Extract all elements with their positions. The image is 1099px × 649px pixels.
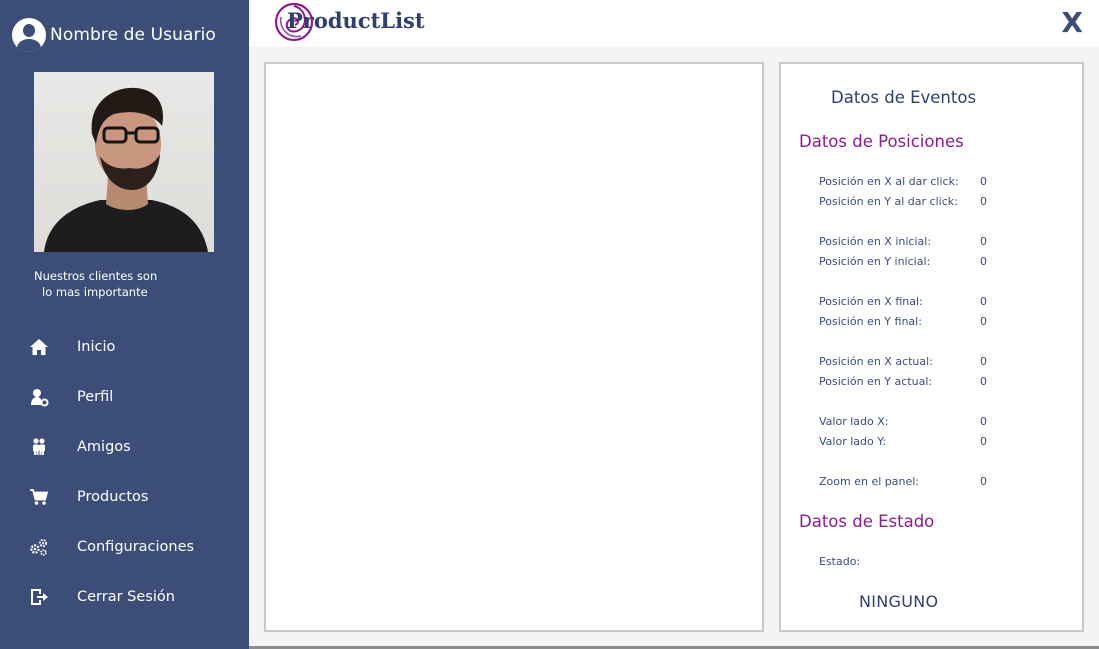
- row-label: Posición en X actual:: [819, 355, 933, 368]
- gears-icon: [29, 537, 49, 557]
- friends-icon: [29, 437, 49, 457]
- user-header: Nombre de Usuario: [12, 18, 216, 52]
- row-value: 0: [980, 295, 987, 308]
- row-label: Valor lado X:: [819, 415, 889, 428]
- nav-item-amigos[interactable]: Amigos: [0, 422, 249, 472]
- events-title: Datos de Eventos: [831, 88, 977, 107]
- home-icon: [29, 337, 49, 357]
- nav-item-productos[interactable]: Productos: [0, 472, 249, 522]
- nav-item-configuraciones[interactable]: Configuraciones: [0, 522, 249, 572]
- row-value: 0: [980, 255, 987, 268]
- nav-item-perfil[interactable]: Perfil: [0, 372, 249, 422]
- profile-settings-icon: [29, 387, 49, 407]
- row-value: 0: [980, 475, 987, 488]
- row-state: Estado:: [819, 555, 860, 568]
- row-value: 0: [980, 435, 987, 448]
- user-name: Nombre de Usuario: [50, 25, 216, 45]
- event-data-panel: Datos de Eventos Datos de Posiciones Pos…: [779, 62, 1084, 632]
- sidebar-nav: Inicio Perfil Amigos Productos Configura…: [0, 322, 249, 622]
- cart-icon: [29, 487, 49, 507]
- row-value: 0: [980, 235, 987, 248]
- row-side-y: Valor lado Y: 0: [819, 435, 987, 448]
- row-label: Posición en X inicial:: [819, 235, 932, 248]
- row-value: 0: [980, 415, 987, 428]
- row-y-current: Posición en Y actual: 0: [819, 375, 987, 388]
- row-x-final: Posición en X final: 0: [819, 295, 987, 308]
- canvas-panel[interactable]: [264, 62, 764, 632]
- user-avatar-icon: [12, 18, 46, 52]
- nav-item-cerrar-sesion[interactable]: Cerrar Sesión: [0, 572, 249, 622]
- row-label: Posición en X al dar click:: [819, 175, 959, 188]
- app-logo: ProductList: [273, 1, 425, 43]
- tagline-line-2: lo mas importante: [42, 285, 148, 299]
- nav-label-configuraciones: Configuraciones: [77, 539, 195, 555]
- tagline: Nuestros clientes son lo mas importante: [34, 268, 214, 300]
- row-value: 0: [980, 195, 987, 208]
- sidebar: Nombre de Usuario Nuestros clientes son …: [0, 0, 249, 649]
- nav-label-productos: Productos: [77, 489, 149, 505]
- row-y-click: Posición en Y al dar click: 0: [819, 195, 987, 208]
- tagline-line-1: Nuestros clientes son: [34, 269, 158, 283]
- row-label: Valor lado Y:: [819, 435, 887, 448]
- row-value: 0: [980, 175, 987, 188]
- row-label: Posición en Y actual:: [819, 375, 933, 388]
- row-zoom: Zoom en el panel: 0: [819, 475, 987, 488]
- nav-label-perfil: Perfil: [77, 389, 114, 405]
- row-label: Zoom en el panel:: [819, 475, 919, 488]
- row-x-initial: Posición en X inicial: 0: [819, 235, 987, 248]
- row-y-final: Posición en Y final: 0: [819, 315, 987, 328]
- app-header: ProductList X: [249, 0, 1099, 47]
- row-value: 0: [980, 375, 987, 388]
- row-label: Posición en Y al dar click:: [819, 195, 958, 208]
- row-x-click: Posición en X al dar click: 0: [819, 175, 987, 188]
- app-title: ProductList: [287, 8, 425, 33]
- nav-label-cerrar-sesion: Cerrar Sesión: [77, 589, 175, 605]
- row-label: Posición en Y inicial:: [819, 255, 931, 268]
- nav-item-inicio[interactable]: Inicio: [0, 322, 249, 372]
- row-value: 0: [980, 355, 987, 368]
- row-label: Posición en X final:: [819, 295, 923, 308]
- row-label: Posición en Y final:: [819, 315, 922, 328]
- row-value: 0: [980, 315, 987, 328]
- positions-section-title: Datos de Posiciones: [799, 132, 964, 151]
- logout-icon: [29, 587, 49, 607]
- state-label: Estado:: [819, 555, 861, 568]
- state-section-title: Datos de Estado: [799, 512, 935, 531]
- row-y-initial: Posición en Y inicial: 0: [819, 255, 987, 268]
- row-x-current: Posición en X actual: 0: [819, 355, 987, 368]
- row-side-x: Valor lado X: 0: [819, 415, 987, 428]
- nav-label-amigos: Amigos: [77, 439, 131, 455]
- nav-label-inicio: Inicio: [77, 339, 116, 355]
- state-value: NINGUNO: [859, 592, 939, 611]
- close-button[interactable]: X: [1061, 6, 1083, 39]
- profile-photo: [34, 72, 214, 252]
